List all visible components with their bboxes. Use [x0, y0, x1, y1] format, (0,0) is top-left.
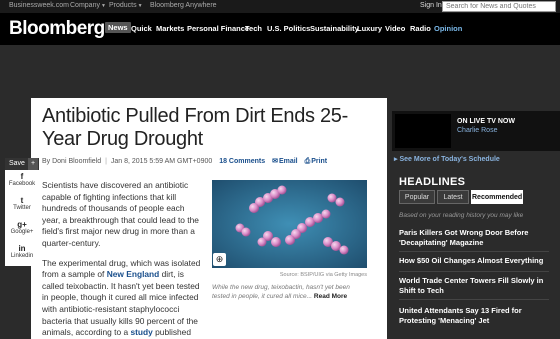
- nav-luxury[interactable]: Luxury: [357, 24, 382, 33]
- save-button[interactable]: Save +: [5, 158, 39, 170]
- chevron-down-icon: ▼: [100, 3, 106, 9]
- tab-recommended[interactable]: Recommended: [471, 190, 523, 204]
- para2-text-c: published: [152, 327, 191, 338]
- bacteria-micrograph: [212, 180, 367, 268]
- zoom-icon[interactable]: ⊕: [213, 253, 226, 266]
- tab-popular[interactable]: Popular: [399, 190, 435, 204]
- email-link[interactable]: ✉Email: [272, 158, 298, 165]
- recommendation-note: Based on your reading history you may li…: [399, 212, 524, 219]
- nav-quick[interactable]: Quick: [131, 24, 152, 33]
- company-label: Company: [70, 2, 100, 9]
- facebook-label: Facebook: [8, 181, 36, 187]
- twitter-label: Twitter: [13, 205, 31, 211]
- nav-markets[interactable]: Markets: [156, 24, 184, 33]
- linkedin-label: Linkedin: [10, 253, 34, 259]
- read-more-link[interactable]: Read More: [314, 293, 347, 300]
- paragraph-1: Scientists have discovered an antibiotic…: [42, 180, 199, 248]
- save-label: Save: [9, 160, 25, 167]
- bloomberg-anywhere-link[interactable]: Bloomberg Anywhere: [150, 2, 217, 9]
- live-tv-label: ON LIVE TV NOW: [457, 118, 515, 125]
- share-twitter[interactable]: t Twitter: [5, 196, 39, 211]
- article-headline: Antibiotic Pulled From Dirt Ends 25-Year…: [42, 105, 348, 150]
- nav-sustainability[interactable]: Sustainability: [310, 24, 359, 33]
- article-image[interactable]: [212, 180, 367, 268]
- story-item[interactable]: World Trade Center Towers Fill Slowly in…: [399, 276, 549, 296]
- share-linkedin[interactable]: in Linkedin: [5, 244, 39, 259]
- tab-latest[interactable]: Latest: [437, 190, 469, 204]
- nav-us-politics[interactable]: U.S. Politics: [267, 24, 310, 33]
- nav-personal-finance[interactable]: Personal Finance: [187, 24, 249, 33]
- facebook-icon: f: [20, 172, 24, 181]
- nav-radio[interactable]: Radio: [410, 24, 431, 33]
- share-facebook[interactable]: f Facebook: [5, 172, 39, 187]
- main-nav: Bloomberg News Quick Markets Personal Fi…: [0, 13, 560, 45]
- byline: By Doni Bloomfield | Jan 8, 2015 5:59 AM…: [42, 157, 327, 166]
- share-google-plus[interactable]: g+ Google+: [5, 220, 39, 235]
- schedule-label: See More of Today's Schedule: [399, 156, 500, 163]
- google-plus-label: Google+: [10, 229, 34, 235]
- schedule-link[interactable]: ▸ See More of Today's Schedule: [394, 155, 500, 163]
- story-divider: [399, 299, 549, 300]
- new-england-link[interactable]: New England: [107, 269, 160, 279]
- utility-bar: Businessweek.com Company▼ Products▼ Bloo…: [0, 0, 560, 13]
- story-item[interactable]: United Attendants Say 13 Fired for Prote…: [399, 306, 549, 326]
- article-body: Scientists have discovered an antibiotic…: [42, 180, 202, 339]
- plus-icon: +: [28, 158, 38, 170]
- story-item[interactable]: Paris Killers Got Wrong Door Before 'Dec…: [399, 228, 549, 248]
- study-link[interactable]: study: [130, 327, 152, 337]
- nav-news[interactable]: News: [105, 22, 131, 33]
- byline-date: Jan 8, 2015 5:59 AM GMT+0900: [110, 158, 213, 165]
- nav-tech[interactable]: Tech: [245, 24, 262, 33]
- email-label: Email: [278, 158, 298, 165]
- company-menu[interactable]: Company▼: [70, 2, 106, 9]
- image-caption: While the new drug, teixobactin, hasn't …: [212, 283, 367, 301]
- envelope-icon: ✉: [272, 158, 278, 165]
- paragraph-2: The experimental drug, which was isolate…: [42, 258, 202, 339]
- story-item[interactable]: How $50 Oil Changes Almost Everything: [399, 256, 549, 266]
- linkedin-icon: in: [18, 244, 26, 253]
- google-plus-icon: g+: [17, 220, 27, 229]
- nav-opinion[interactable]: Opinion: [434, 24, 462, 33]
- products-label: Products: [109, 2, 137, 9]
- live-tv-show[interactable]: Charlie Rose: [457, 127, 497, 134]
- sign-in-link[interactable]: Sign In: [420, 2, 442, 9]
- printer-icon: ⎙: [304, 158, 311, 165]
- search-input[interactable]: [442, 1, 556, 12]
- twitter-icon: t: [20, 196, 24, 205]
- story-divider: [399, 271, 549, 272]
- comments-link[interactable]: 18 Comments: [219, 158, 265, 165]
- image-credit: Source: BSIP/UIG via Getty Images: [279, 272, 367, 278]
- nav-video[interactable]: Video: [385, 24, 405, 33]
- print-label: Print: [311, 158, 328, 165]
- products-menu[interactable]: Products▼: [109, 2, 143, 9]
- byline-author: By Doni Bloomfield: [42, 158, 102, 165]
- businessweek-link[interactable]: Businessweek.com: [9, 2, 69, 9]
- headlines-title: HEADLINES: [399, 176, 466, 188]
- story-divider: [399, 251, 549, 252]
- live-tv-thumbnail[interactable]: [395, 114, 451, 148]
- print-link[interactable]: ⎙Print: [305, 158, 328, 165]
- chevron-down-icon: ▼: [137, 3, 143, 9]
- bloomberg-logo[interactable]: Bloomberg: [9, 18, 105, 40]
- byline-divider: |: [105, 158, 107, 165]
